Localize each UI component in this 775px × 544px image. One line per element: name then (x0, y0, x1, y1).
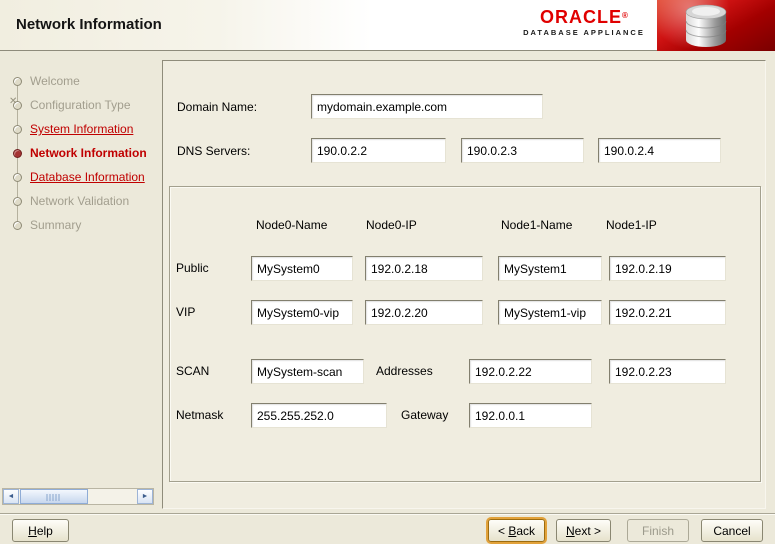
step-bullet-current-icon (13, 149, 22, 158)
gateway-field[interactable] (469, 403, 592, 428)
path-cross-icon: ✕ (9, 96, 18, 107)
next-button[interactable]: Next > (556, 519, 611, 542)
database-cylinder-icon (685, 4, 727, 47)
gateway-label: Gateway (401, 408, 449, 422)
oracle-wordmark: ORACLE (540, 7, 623, 27)
header-red-banner (657, 0, 775, 51)
column-header-node0-name: Node0-Name (256, 218, 328, 232)
sidebar-scrollbar[interactable]: ◄ ► (2, 488, 154, 505)
step-bullet-icon (13, 77, 22, 86)
scan-address-1-field[interactable] (469, 359, 592, 384)
sidebar-item-system-information[interactable]: System Information (30, 123, 133, 135)
step-bullet-icon (13, 173, 22, 182)
public-node0-name-field[interactable] (251, 256, 353, 281)
column-header-node1-ip: Node1-IP (606, 218, 657, 232)
sidebar-item-configuration-type: Configuration Type (30, 98, 131, 112)
help-button[interactable]: Help (12, 519, 69, 542)
finish-button: Finish (627, 519, 689, 542)
scroll-left-button[interactable]: ◄ (3, 489, 19, 504)
registered-mark: ® (622, 11, 628, 20)
domain-name-label: Domain Name: (177, 100, 258, 114)
dns-server-3-field[interactable] (598, 138, 721, 163)
scan-row-label: SCAN (176, 364, 210, 378)
public-node1-ip-field[interactable] (609, 256, 726, 281)
vip-node1-name-field[interactable] (498, 300, 602, 325)
vip-node1-ip-field[interactable] (609, 300, 726, 325)
scan-name-field[interactable] (251, 359, 364, 384)
oracle-logo: ORACLE® DATABASE APPLIANCE (518, 8, 650, 37)
cancel-button[interactable]: Cancel (701, 519, 763, 542)
scroll-thumb[interactable] (20, 489, 88, 504)
public-node1-name-field[interactable] (498, 256, 602, 281)
wizard-window: Network Information ORACLE® DATABASE APP… (0, 0, 775, 544)
vip-node0-name-field[interactable] (251, 300, 353, 325)
public-row-label: Public (176, 261, 209, 275)
sidebar-item-database-information[interactable]: Database Information (30, 171, 145, 183)
dns-servers-label: DNS Servers: (177, 144, 251, 158)
database-appliance-label: DATABASE APPLIANCE (523, 28, 645, 37)
column-header-node1-name: Node1-Name (501, 218, 573, 232)
column-header-node0-ip: Node0-IP (366, 218, 417, 232)
scroll-right-button[interactable]: ► (137, 489, 153, 504)
vip-row-label: VIP (176, 305, 196, 319)
step-bullet-icon (13, 221, 22, 230)
sidebar-item-network-validation: Network Validation (30, 194, 130, 208)
page-title: Network Information (16, 16, 162, 33)
sidebar-item-network-information[interactable]: Network Information (30, 147, 147, 159)
step-bullet-icon (13, 125, 22, 134)
vip-node0-ip-field[interactable] (365, 300, 483, 325)
step-bullet-icon (13, 197, 22, 206)
network-information-panel: Domain Name: DNS Servers: Node0-Name Nod… (162, 60, 766, 509)
domain-name-field[interactable] (311, 94, 543, 119)
scroll-grip-icon (46, 494, 62, 501)
netmask-row-label: Netmask (176, 408, 224, 422)
back-button[interactable]: < Back (488, 519, 545, 542)
netmask-field[interactable] (251, 403, 387, 428)
dns-server-2-field[interactable] (461, 138, 584, 163)
header: Network Information ORACLE® DATABASE APP… (0, 0, 775, 51)
sidebar-item-welcome: Welcome (30, 74, 80, 88)
sidebar-item-summary: Summary (30, 218, 82, 232)
public-node0-ip-field[interactable] (365, 256, 483, 281)
dns-server-1-field[interactable] (311, 138, 446, 163)
scan-address-2-field[interactable] (609, 359, 726, 384)
scan-addresses-label: Addresses (376, 364, 433, 378)
footer-bar: Help < Back Next > Finish Cancel (0, 513, 775, 544)
